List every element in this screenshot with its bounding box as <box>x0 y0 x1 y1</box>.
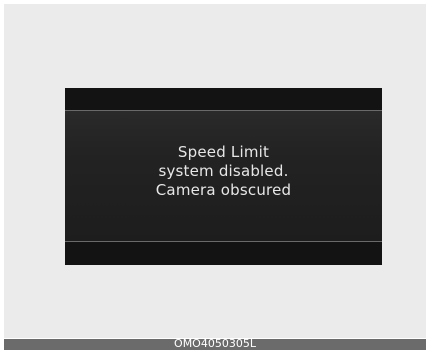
figure-code: OMO4050305L <box>174 337 256 350</box>
footer-bar: OMO4050305L <box>4 337 426 350</box>
message-line-3: Camera obscured <box>155 181 292 199</box>
display-bottom-bar <box>65 242 382 265</box>
display-top-bar <box>65 88 382 110</box>
message-line-2: system disabled. <box>158 162 289 180</box>
warning-message: Speed Limit system disabled. Camera obsc… <box>65 143 382 200</box>
illustration-panel: Speed Limit system disabled. Camera obsc… <box>4 4 426 338</box>
message-line-1: Speed Limit <box>177 143 270 161</box>
cluster-display-screen: Speed Limit system disabled. Camera obsc… <box>65 88 382 265</box>
